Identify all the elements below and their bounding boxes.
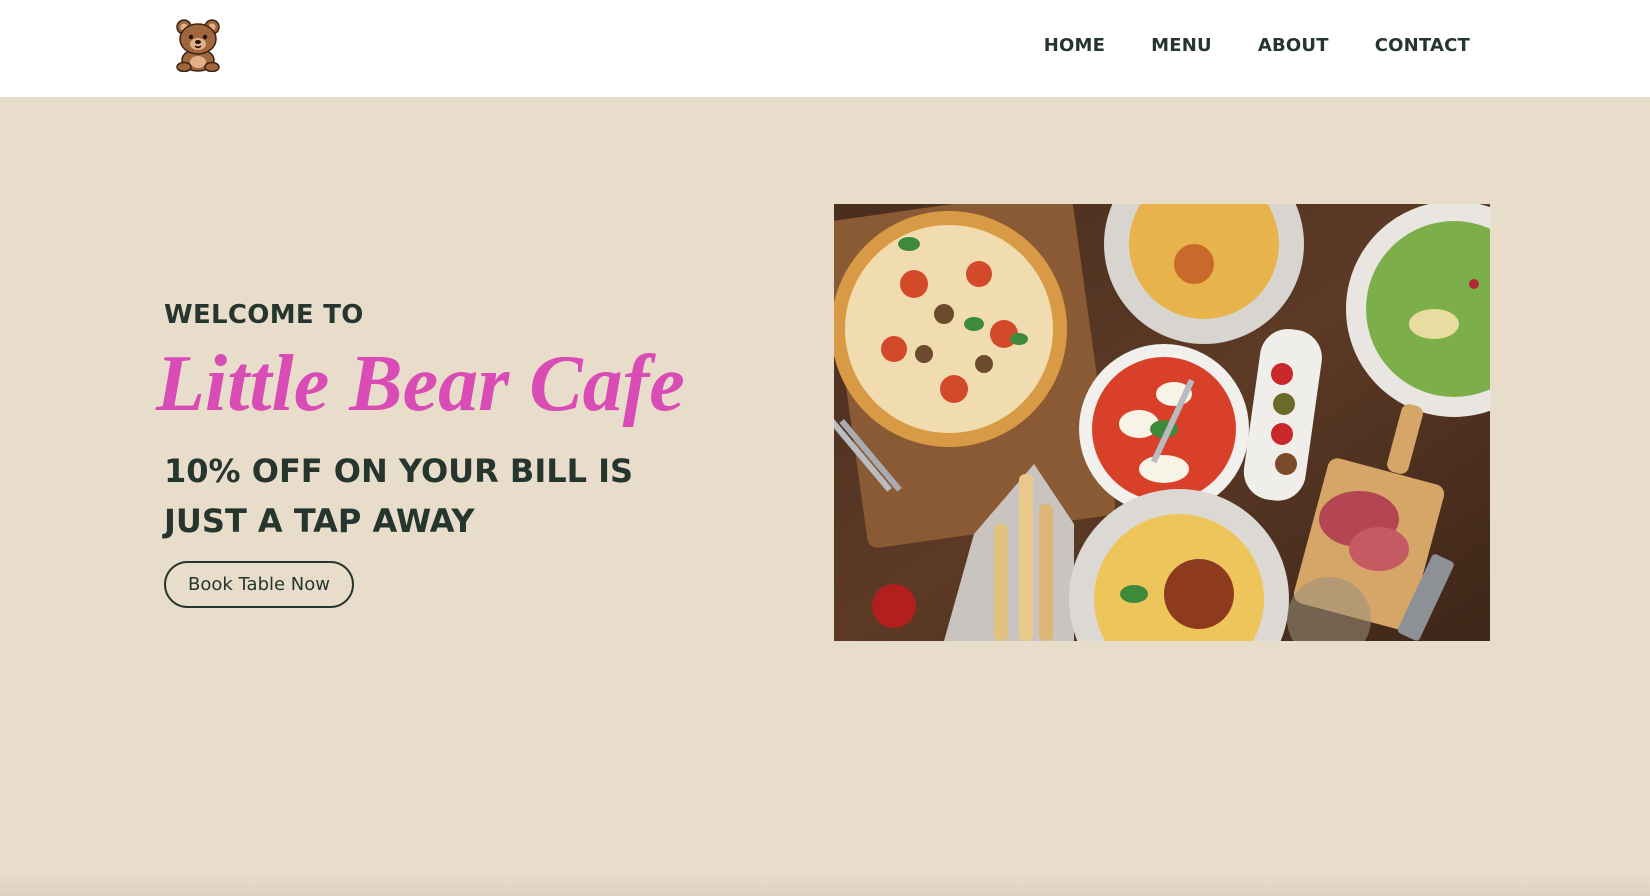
offer-line-1: 10% OFF ON YOUR BILL IS	[164, 452, 634, 490]
teddy-bear-logo-icon[interactable]	[170, 18, 226, 73]
food-spread-image	[834, 204, 1490, 641]
nav-contact[interactable]: CONTACT	[1375, 35, 1470, 56]
hero-shadow	[0, 874, 1650, 896]
offer-text: 10% OFF ON YOUR BILL IS JUST A TAP AWAY	[164, 446, 633, 546]
nav-home[interactable]: HOME	[1044, 35, 1105, 56]
nav-menu[interactable]: MENU	[1151, 35, 1212, 56]
nav-about[interactable]: ABOUT	[1258, 35, 1329, 56]
cafe-name-heading: Little Bear Cafe	[156, 340, 685, 428]
book-table-button[interactable]: Book Table Now	[164, 561, 354, 608]
offer-line-2: JUST A TAP AWAY	[164, 502, 475, 540]
main-nav: HOME MENU ABOUT CONTACT	[1044, 35, 1470, 56]
welcome-text: WELCOME TO	[164, 300, 364, 330]
site-header: HOME MENU ABOUT CONTACT	[0, 0, 1650, 97]
